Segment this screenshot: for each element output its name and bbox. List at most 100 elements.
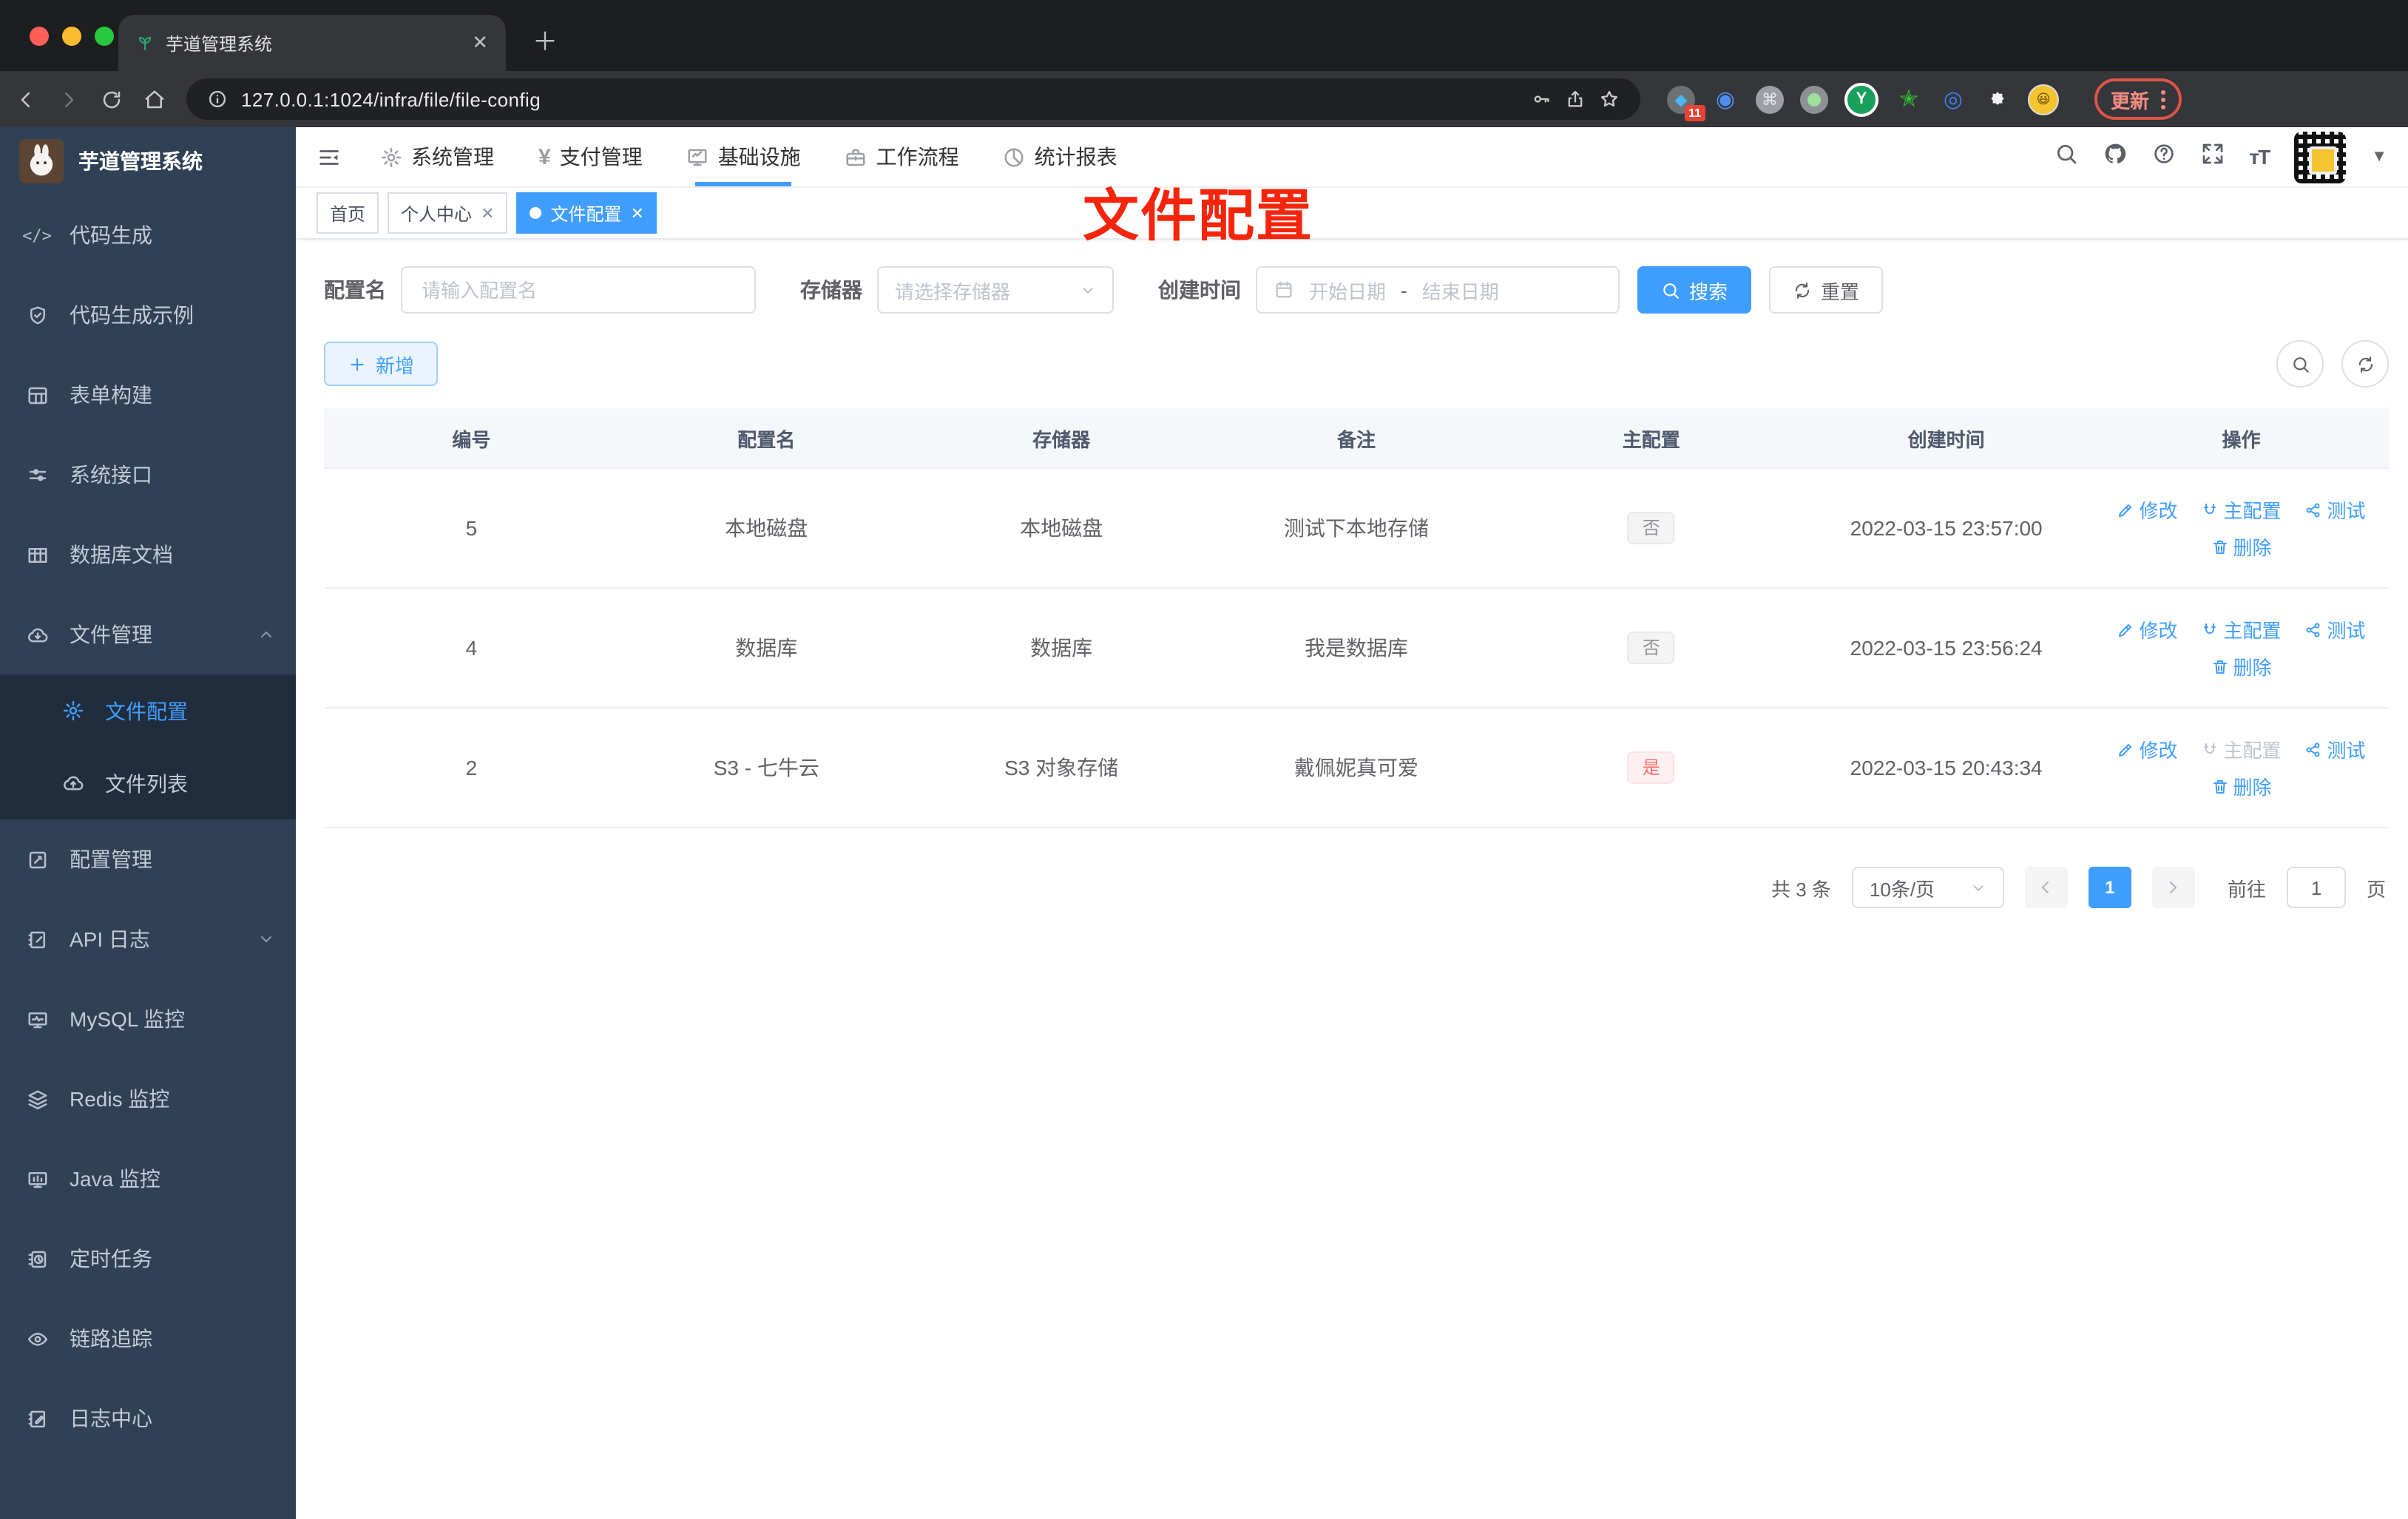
collapse-sidebar-icon[interactable] bbox=[317, 144, 342, 169]
master-config-link[interactable]: 主配置 bbox=[2202, 615, 2282, 643]
page-number-button[interactable]: 1 bbox=[2088, 867, 2131, 908]
briefcase-icon bbox=[845, 146, 868, 168]
bookmark-star-icon[interactable] bbox=[1599, 89, 1620, 109]
sidebar-item-api-log[interactable]: API 日志 bbox=[0, 899, 296, 979]
back-icon[interactable] bbox=[15, 88, 37, 110]
test-link[interactable]: 测试 bbox=[2305, 735, 2366, 763]
nav-item-infrastructure[interactable]: 基础设施 bbox=[687, 127, 801, 186]
sidebar-item-code-generation[interactable]: </> 代码生成 bbox=[0, 195, 296, 275]
calendar-icon bbox=[1274, 280, 1294, 300]
delete-link[interactable]: 删除 bbox=[2211, 652, 2272, 680]
test-link[interactable]: 测试 bbox=[2305, 495, 2366, 524]
goto-page-input-wrap bbox=[2286, 867, 2346, 908]
nav-label: 系统管理 bbox=[411, 145, 494, 169]
extension-command-icon[interactable]: ⌘ bbox=[1756, 85, 1784, 113]
sidebar-item-file-config[interactable]: 文件配置 bbox=[0, 674, 296, 747]
extension-balloon-icon[interactable]: ◉ bbox=[1711, 85, 1739, 113]
profile-avatar-emoji[interactable]: 😃 bbox=[2028, 84, 2059, 115]
avatar-caret-down-icon[interactable]: ▼ bbox=[2371, 148, 2387, 166]
extension-gray-dot-icon[interactable] bbox=[1800, 85, 1828, 113]
extension-y-icon[interactable]: Y bbox=[1844, 82, 1878, 116]
tag-label: 首页 bbox=[330, 203, 366, 224]
chrome-update-button[interactable]: 更新 bbox=[2094, 78, 2182, 120]
close-window-button[interactable] bbox=[30, 27, 49, 46]
sidebar-item-code-demo[interactable]: 代码生成示例 bbox=[0, 275, 296, 355]
test-link[interactable]: 测试 bbox=[2305, 615, 2366, 643]
nav-item-workflow[interactable]: 工作流程 bbox=[845, 127, 959, 186]
prev-page-button[interactable] bbox=[2024, 867, 2068, 908]
forward-icon[interactable] bbox=[58, 88, 80, 110]
browser-menu-icon[interactable] bbox=[2161, 89, 2166, 109]
fullscreen-icon[interactable] bbox=[2200, 143, 2224, 171]
app-logo-row[interactable]: 芋道管理系统 bbox=[0, 127, 296, 195]
favicon-sprout-icon bbox=[139, 37, 151, 50]
sidebar-item-log-center[interactable]: 日志中心 bbox=[0, 1378, 296, 1458]
nav-item-payment[interactable]: ¥ 支付管理 bbox=[538, 127, 643, 186]
page-unit-label: 页 bbox=[2366, 878, 2386, 900]
extension-star-icon[interactable]: ✭ bbox=[1895, 85, 1923, 113]
search-button[interactable]: 搜索 bbox=[1637, 266, 1752, 314]
password-key-icon[interactable] bbox=[1531, 89, 1552, 109]
maximize-window-button[interactable] bbox=[95, 27, 114, 46]
close-icon[interactable]: ✕ bbox=[481, 203, 494, 223]
extension-eye-icon[interactable]: ◎ bbox=[1939, 85, 1967, 113]
nav-item-system[interactable]: 系统管理 bbox=[380, 127, 494, 186]
nav-item-reports[interactable]: 统计报表 bbox=[1004, 127, 1117, 186]
edit-link[interactable]: 修改 bbox=[2117, 735, 2178, 763]
browser-tab-bar: 芋道管理系统 ✕ ＋ bbox=[0, 0, 2408, 71]
font-size-icon[interactable]: ᴛT bbox=[2249, 145, 2270, 169]
extension-badge: 11 bbox=[1684, 104, 1705, 121]
sidebar-item-label: 系统接口 bbox=[70, 463, 152, 487]
puzzle-extensions-icon[interactable] bbox=[1983, 85, 2012, 113]
share-icon[interactable] bbox=[1565, 89, 1586, 109]
sidebar-item-config-management[interactable]: 配置管理 bbox=[0, 819, 296, 899]
extension-blue-diamond-icon[interactable]: ◆ 11 bbox=[1667, 85, 1705, 121]
storage-select[interactable]: 请选择存储器 bbox=[877, 266, 1114, 314]
trash-icon bbox=[2211, 538, 2229, 555]
search-icon[interactable] bbox=[2054, 143, 2077, 171]
tag-file-config[interactable]: 文件配置 ✕ bbox=[516, 192, 657, 234]
delete-link[interactable]: 删除 bbox=[2211, 532, 2272, 561]
sidebar-item-scheduled-tasks[interactable]: 定时任务 bbox=[0, 1219, 296, 1299]
master-config-link[interactable]: 主配置 bbox=[2202, 495, 2282, 524]
sidebar-item-file-list[interactable]: 文件列表 bbox=[0, 747, 296, 819]
minimize-window-button[interactable] bbox=[62, 27, 81, 46]
goto-page-input[interactable] bbox=[2287, 875, 2344, 900]
avatar-qr-image[interactable] bbox=[2294, 131, 2347, 183]
chevron-down-icon bbox=[1080, 282, 1096, 298]
sidebar-item-file-management[interactable]: 文件管理 bbox=[0, 595, 296, 674]
cell-remark: 戴佩妮真可爱 bbox=[1208, 708, 1504, 828]
config-name-input[interactable] bbox=[419, 277, 738, 302]
next-page-button[interactable] bbox=[2151, 867, 2195, 908]
sidebar-item-redis-monitor[interactable]: Redis 监控 bbox=[0, 1059, 296, 1139]
address-bar[interactable]: 127.0.0.1:1024/infra/file/file-config bbox=[186, 78, 1640, 120]
new-tab-button[interactable]: ＋ bbox=[532, 21, 558, 58]
gear-icon bbox=[61, 700, 84, 722]
tab-close-icon[interactable]: ✕ bbox=[472, 31, 488, 55]
edit-link[interactable]: 修改 bbox=[2117, 615, 2178, 643]
sidebar-item-java-monitor[interactable]: Java 监控 bbox=[0, 1139, 296, 1219]
close-icon[interactable]: ✕ bbox=[631, 203, 644, 223]
sidebar-item-mysql-monitor[interactable]: MySQL 监控 bbox=[0, 979, 296, 1059]
delete-link[interactable]: 删除 bbox=[2211, 772, 2272, 800]
date-range-picker[interactable]: 开始日期 - 结束日期 bbox=[1256, 266, 1620, 314]
table-row: 2 S3 - 七牛云 S3 对象存储 戴佩妮真可爱 是 2022-03-15 2… bbox=[324, 708, 2389, 828]
add-button[interactable]: 新增 bbox=[324, 342, 439, 386]
sidebar-item-form-builder[interactable]: 表单构建 bbox=[0, 355, 296, 435]
home-icon[interactable] bbox=[143, 88, 166, 110]
edit-link[interactable]: 修改 bbox=[2117, 495, 2178, 524]
reload-icon[interactable] bbox=[101, 88, 123, 110]
sidebar-item-db-doc[interactable]: 数据库文档 bbox=[0, 515, 296, 595]
help-icon[interactable] bbox=[2151, 143, 2175, 171]
tag-profile[interactable]: 个人中心 ✕ bbox=[388, 192, 508, 234]
sidebar-item-system-api[interactable]: 系统接口 bbox=[0, 435, 296, 515]
reset-button[interactable]: 重置 bbox=[1769, 266, 1884, 314]
sidebar-item-tracing[interactable]: 链路追踪 bbox=[0, 1299, 296, 1378]
browser-tab[interactable]: 芋道管理系统 ✕ bbox=[118, 15, 506, 71]
github-icon[interactable] bbox=[2103, 143, 2126, 171]
refresh-table-button[interactable] bbox=[2341, 340, 2389, 388]
tag-home[interactable]: 首页 bbox=[317, 192, 379, 234]
site-info-icon[interactable] bbox=[207, 89, 228, 109]
show-search-toggle-button[interactable] bbox=[2276, 340, 2324, 388]
page-size-select[interactable]: 10条/页 bbox=[1851, 867, 2004, 908]
